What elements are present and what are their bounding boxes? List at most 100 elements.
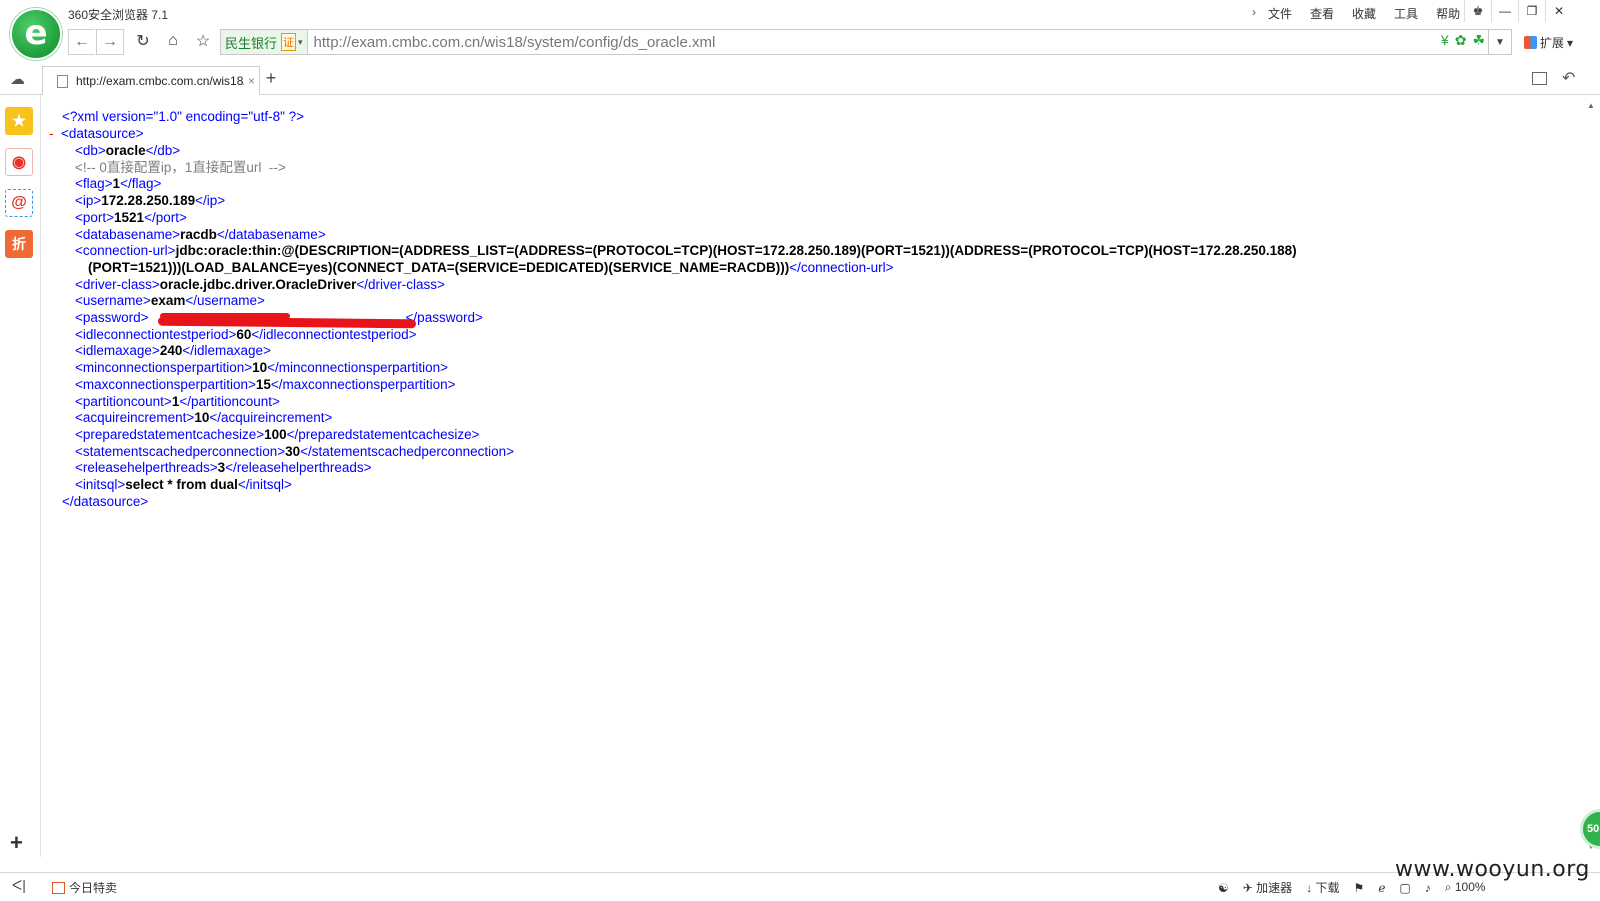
xml-element-maxconnectionsperpartition: <maxconnectionsperpartition>15</maxconne… [75, 376, 456, 393]
yuan-icon[interactable]: ¥ [1441, 32, 1449, 49]
skin-button[interactable]: ♚ [1464, 0, 1491, 22]
xml-close-tag: </driver-class> [356, 276, 445, 292]
flag-icon[interactable]: ⚑ [1354, 881, 1365, 895]
favorite-button[interactable]: ☆ [192, 30, 214, 52]
url-input[interactable] [307, 32, 1376, 52]
accelerator-button[interactable]: ✈ 加速器 [1243, 879, 1292, 896]
home-button[interactable]: ⌂ [162, 30, 184, 52]
tab-close-icon[interactable]: × [248, 74, 255, 88]
xml-close-tag: </initsql> [237, 477, 292, 492]
sidebar-add-button[interactable]: + [10, 830, 23, 856]
window-icon[interactable]: ▢ [1399, 881, 1410, 895]
star-icon: ☆ [195, 33, 211, 50]
arrow-left-icon: ← [74, 33, 90, 50]
xml-open-tag: <minconnectionsperpartition> [75, 360, 253, 376]
document-icon [57, 74, 68, 88]
address-bar: 民生银行 证 ▾ ¥ ✿ ☘ ▼ [220, 29, 1512, 55]
xml-open-tag: <statementscachedperconnection> [75, 443, 286, 459]
xml-close-tag: </databasename> [216, 226, 326, 242]
gift-icon [52, 881, 65, 894]
xml-value: (PORT=1521)))(LOAD_BALANCE=yes)(CONNECT_… [88, 259, 790, 275]
extensions-icon [1524, 36, 1537, 49]
xml-close-tag: </idleconnectiontestperiod> [251, 326, 417, 342]
xml-value: oracle.jdbc.driver.OracleDriver [159, 276, 357, 292]
menu-help[interactable]: 帮助 [1436, 5, 1460, 22]
today-deals-label: 今日特卖 [69, 881, 118, 895]
xml-element-connection-url-continued: (PORT=1521)))(LOAD_BALANCE=yes)(CONNECT_… [88, 259, 894, 276]
xml-open-tag: <ip> [75, 193, 102, 209]
home-icon: ⌂ [168, 32, 178, 49]
menu-tools[interactable]: 工具 [1394, 5, 1418, 22]
xml-element-preparedstatementcachesize: <preparedstatementcachesize>100</prepare… [75, 426, 480, 443]
tab-title: http://exam.cmbc.com.cn/wis18/system/con… [76, 74, 244, 88]
close-window-button[interactable]: ✕ [1545, 0, 1572, 22]
address-dropdown-button[interactable]: ▼ [1488, 30, 1511, 54]
sidebar-favorites-icon[interactable]: ★ [5, 107, 33, 135]
tab-active[interactable]: http://exam.cmbc.com.cn/wis18/system/con… [42, 66, 260, 96]
menu-chevron-icon[interactable]: › [1252, 5, 1256, 22]
xml-close-tag: </connection-url> [789, 259, 894, 275]
smart-icon[interactable]: ☯ [1218, 881, 1229, 895]
restore-tabs-icon[interactable] [1532, 72, 1547, 85]
xml-element-idleconnectiontestperiod: <idleconnectiontestperiod>60</idleconnec… [75, 326, 417, 343]
xml-element-port: <port>1521</port> [75, 209, 187, 226]
comment-text: <!-- 0直接配置ip，1直接配置url --> [75, 159, 286, 175]
navigation-bar: ← → ↻ ⌂ ☆ 民生银行 证 ▾ ¥ ✿ ☘ ▼ 扩展 ▾ [0, 26, 1600, 64]
extensions-label: 扩展 [1540, 36, 1565, 50]
collapse-toggle[interactable]: - [49, 126, 54, 141]
xml-value: 10 [194, 410, 210, 426]
xml-open-tag: <preparedstatementcachesize> [75, 426, 265, 442]
undo-close-icon[interactable]: ↶ [1562, 68, 1575, 88]
xml-close-tag: </flag> [120, 176, 162, 192]
site-identity-badge[interactable]: 民生银行 证 ▾ [221, 30, 308, 54]
chevron-down-icon: ▾ [1567, 35, 1574, 50]
collapse-sidebar-button[interactable]: ᐸ| [12, 877, 26, 894]
xml-value: 30 [285, 443, 301, 459]
minimize-button[interactable]: — [1491, 0, 1518, 22]
ie-icon[interactable]: ℯ [1378, 881, 1385, 895]
vertical-scrollbar[interactable]: ▲ ▼ [1582, 95, 1600, 857]
xml-open-tag: <idleconnectiontestperiod> [75, 326, 237, 342]
xml-value: jdbc:oracle:thin:@(DESCRIPTION=(ADDRESS_… [175, 243, 1297, 259]
sidebar-discount-icon[interactable]: 折 [5, 230, 33, 258]
xml-element-partitioncount: <partitioncount>1</partitioncount> [75, 393, 280, 410]
browser-logo[interactable]: e [10, 8, 62, 60]
recycle-icon[interactable]: ✿ [1455, 32, 1467, 49]
back-button[interactable]: ← [68, 29, 95, 55]
download-button[interactable]: ↓ 下载 [1306, 879, 1339, 896]
xml-comment: <!-- 0直接配置ip，1直接配置url --> [75, 159, 286, 176]
arrow-right-icon: → [102, 33, 118, 50]
scroll-up-icon[interactable]: ▲ [1587, 101, 1595, 110]
xml-open-tag: <acquireincrement> [75, 410, 195, 426]
menu-favorites[interactable]: 收藏 [1352, 5, 1376, 22]
leaf-icon[interactable]: ☘ [1472, 32, 1485, 49]
xml-close-tag: </username> [185, 293, 265, 309]
xml-value: 1 [112, 176, 121, 192]
xml-close-tag: </preparedstatementcachesize> [286, 426, 480, 442]
volume-icon[interactable]: ♪ [1425, 881, 1431, 895]
xml-value: 100 [264, 426, 287, 442]
xml-value: exam [150, 293, 186, 309]
xml-close-tag: </releasehelperthreads> [225, 460, 372, 476]
refresh-button[interactable]: ↻ [132, 30, 154, 52]
new-tab-button[interactable]: + [262, 69, 280, 87]
menu-bar: › 文件 查看 收藏 工具 帮助 [1252, 5, 1478, 22]
forward-button[interactable]: → [96, 29, 124, 55]
today-deals-link[interactable]: 今日特卖 [52, 879, 117, 896]
logo-e-icon: e [24, 12, 48, 53]
maximize-button[interactable]: ❐ [1518, 0, 1545, 22]
xml-open-tag: <driver-class> [75, 276, 160, 292]
xml-element-releasehelperthreads: <releasehelperthreads>3</releasehelperth… [75, 459, 371, 476]
zoom-control[interactable]: ⌕ 100% [1445, 880, 1486, 895]
xml-close-tag: </acquireincrement> [209, 410, 333, 426]
cloud-icon[interactable]: ☁ [10, 70, 25, 88]
address-bar-icons: ¥ ✿ ☘ [1441, 32, 1485, 49]
sidebar-mail-icon[interactable]: @ [5, 189, 33, 217]
xml-value: racdb [180, 226, 217, 242]
extensions-button[interactable]: 扩展 ▾ [1524, 34, 1573, 51]
certificate-icon: 证 [281, 33, 297, 51]
menu-view[interactable]: 查看 [1310, 5, 1334, 22]
menu-file[interactable]: 文件 [1268, 5, 1292, 22]
sidebar-weibo-icon[interactable]: ◉ [5, 148, 33, 176]
xml-element-acquireincrement: <acquireincrement>10</acquireincrement> [75, 409, 332, 426]
